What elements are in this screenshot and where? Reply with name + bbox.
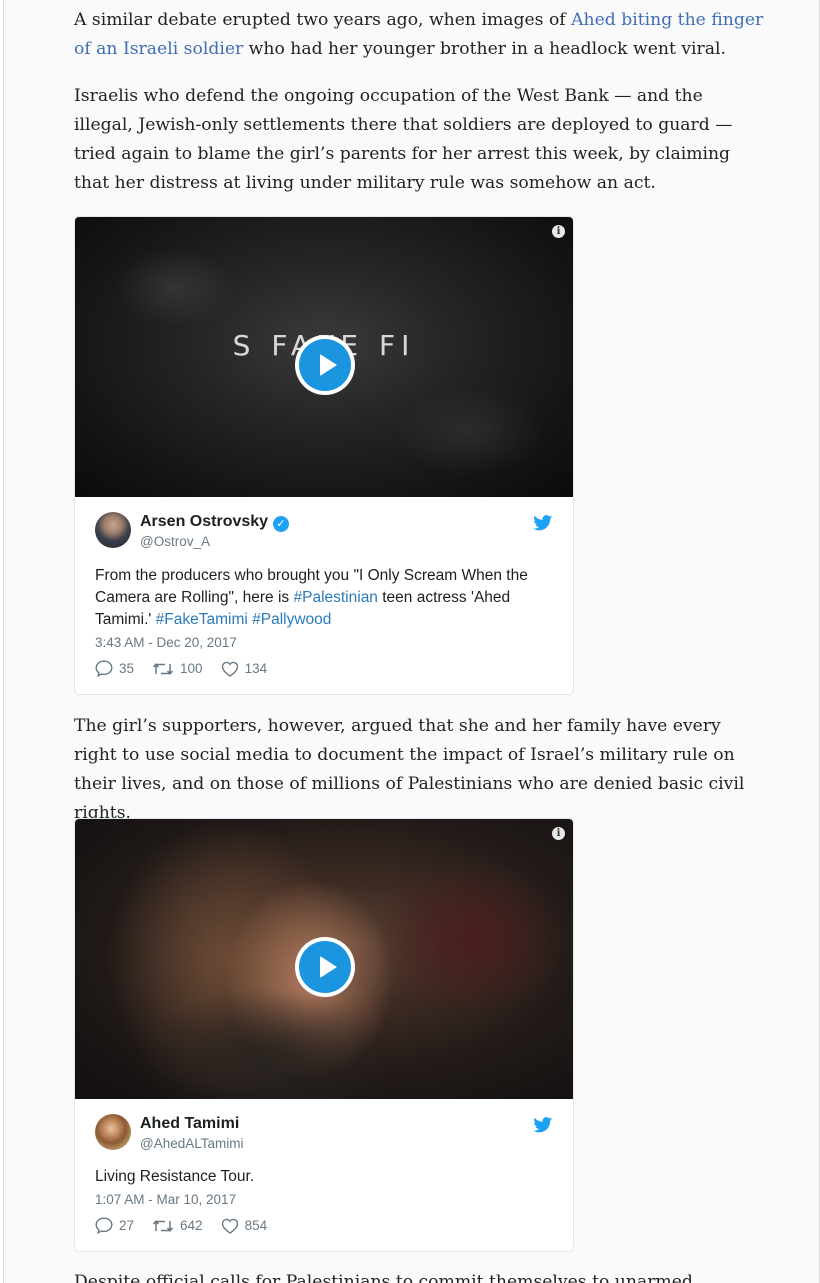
tweet-timestamp[interactable]: 3:43 AM - Dec 20, 2017 bbox=[95, 635, 237, 650]
author-handle[interactable]: @AhedALTamimi bbox=[140, 1136, 244, 1151]
reply-button[interactable]: 35 bbox=[95, 660, 134, 677]
play-button[interactable] bbox=[295, 335, 355, 395]
info-icon[interactable]: i bbox=[552, 827, 565, 840]
reply-count: 27 bbox=[119, 1218, 135, 1233]
like-count: 854 bbox=[244, 1218, 268, 1233]
article-paragraph: A similar debate erupted two years ago, … bbox=[74, 6, 764, 64]
retweet-button[interactable]: 642 bbox=[152, 1218, 203, 1234]
tweet-text: Living Resistance Tour. bbox=[95, 1168, 255, 1185]
retweet-icon bbox=[152, 1219, 174, 1232]
article-paragraph: Despite official calls for Palestinians … bbox=[74, 1272, 693, 1283]
article-page: A similar debate erupted two years ago, … bbox=[3, 0, 820, 1283]
avatar[interactable] bbox=[95, 1114, 131, 1150]
hashtag-link[interactable]: #Pallywood bbox=[252, 611, 331, 628]
play-button[interactable] bbox=[295, 937, 355, 997]
heart-icon bbox=[221, 661, 238, 677]
like-count: 134 bbox=[244, 661, 268, 676]
play-icon bbox=[299, 339, 351, 391]
heart-icon bbox=[221, 1218, 238, 1234]
avatar[interactable] bbox=[95, 512, 131, 548]
tweet-video[interactable]: S FAKE FI i bbox=[75, 217, 573, 497]
video-texture bbox=[395, 387, 545, 477]
paragraph-text: who had her younger brother in a headloc… bbox=[243, 39, 726, 59]
embedded-tweet[interactable]: i Ahed Tamimi @AhedALTamimi Living Resis… bbox=[74, 818, 574, 1252]
tweet-actions: 27 642 854 bbox=[95, 1217, 285, 1234]
reply-button[interactable]: 27 bbox=[95, 1217, 134, 1234]
reply-icon bbox=[95, 660, 113, 677]
author-name[interactable]: Ahed Tamimi bbox=[140, 1115, 239, 1133]
tweet-actions: 35 100 134 bbox=[95, 660, 285, 677]
tweet-video[interactable]: i bbox=[75, 819, 573, 1099]
play-icon bbox=[299, 941, 351, 993]
twitter-bird-icon[interactable] bbox=[533, 515, 553, 531]
retweet-button[interactable]: 100 bbox=[152, 661, 203, 677]
author-name[interactable]: Arsen Ostrovsky bbox=[140, 513, 268, 531]
info-icon[interactable]: i bbox=[552, 225, 565, 238]
verified-badge-icon: ✓ bbox=[273, 516, 289, 532]
reply-icon bbox=[95, 1217, 113, 1234]
tweet-timestamp[interactable]: 1:07 AM - Mar 10, 2017 bbox=[95, 1192, 236, 1207]
embedded-tweet[interactable]: S FAKE FI i Arsen Ostrovsky ✓ @Ostrov_A … bbox=[74, 216, 574, 695]
paragraph-text: A similar debate erupted two years ago, … bbox=[74, 10, 572, 30]
like-button[interactable]: 854 bbox=[221, 1218, 268, 1234]
tweet-text: From the producers who brought you "I On… bbox=[95, 567, 528, 628]
video-texture bbox=[115, 247, 235, 327]
video-texture bbox=[375, 859, 565, 1019]
article-paragraph: Israelis who defend the ongoing occupati… bbox=[74, 86, 733, 193]
reply-count: 35 bbox=[119, 661, 135, 676]
retweet-count: 642 bbox=[180, 1218, 203, 1233]
retweet-icon bbox=[152, 662, 174, 675]
hashtag-link[interactable]: #FakeTamimi bbox=[156, 611, 248, 628]
twitter-bird-icon[interactable] bbox=[533, 1117, 553, 1133]
retweet-count: 100 bbox=[180, 661, 203, 676]
article-paragraph: The girl’s supporters, however, argued t… bbox=[74, 716, 745, 823]
like-button[interactable]: 134 bbox=[221, 661, 268, 677]
author-handle[interactable]: @Ostrov_A bbox=[140, 534, 210, 549]
hashtag-link[interactable]: #Palestinian bbox=[293, 589, 377, 606]
